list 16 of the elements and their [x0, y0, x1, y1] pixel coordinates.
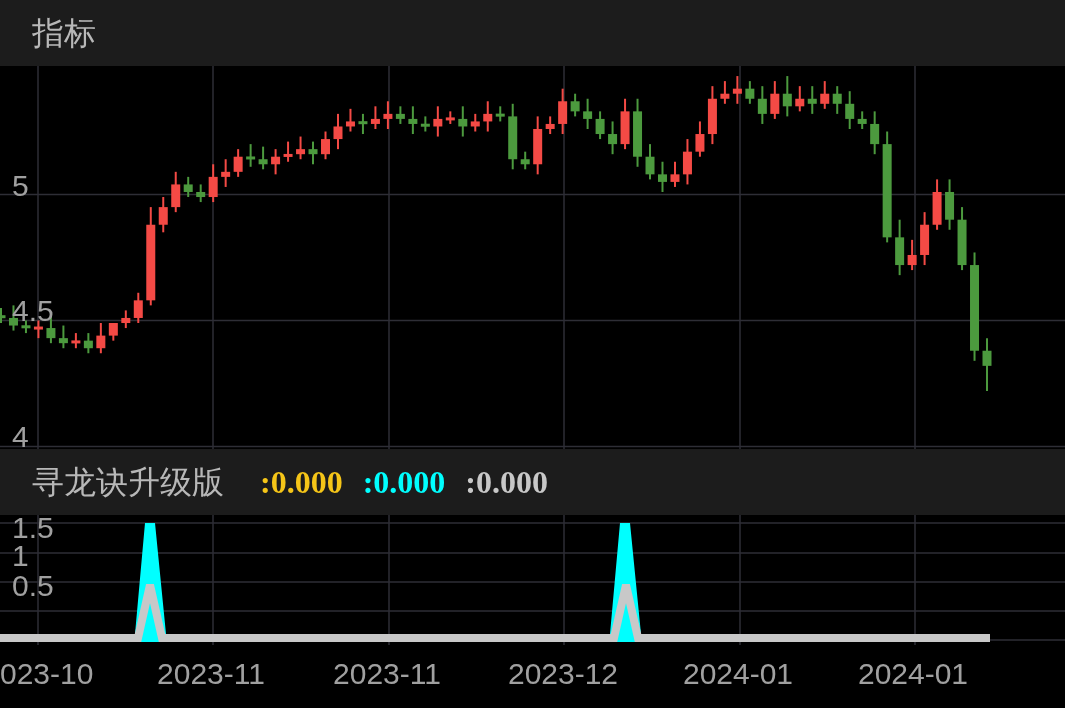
x-axis-label: 2024-01 — [682, 657, 794, 691]
indicator-value: :0.000 — [362, 463, 446, 502]
y-axis-label: 4 — [12, 422, 29, 453]
y-axis-label: 5 — [12, 170, 29, 201]
x-axis-label: 2024-01 — [857, 657, 969, 691]
x-axis-label: 2023-12 — [507, 657, 619, 691]
indicator-value: :0.000 — [260, 463, 343, 502]
x-axis-label: 2023-11 — [333, 657, 441, 691]
x-axis-label: 2023-11 — [157, 657, 265, 691]
indicator-title: 指标 — [32, 13, 96, 54]
y-axis-label: 0.5 — [12, 571, 54, 601]
y-axis-label: 1.5 — [12, 513, 54, 543]
y-axis-label: 1 — [12, 541, 29, 571]
indicator-value: :0.000 — [465, 463, 548, 502]
sub-indicator-title: 寻龙诀升级版 — [32, 462, 224, 503]
x-axis-label: 023-10 — [0, 657, 94, 691]
